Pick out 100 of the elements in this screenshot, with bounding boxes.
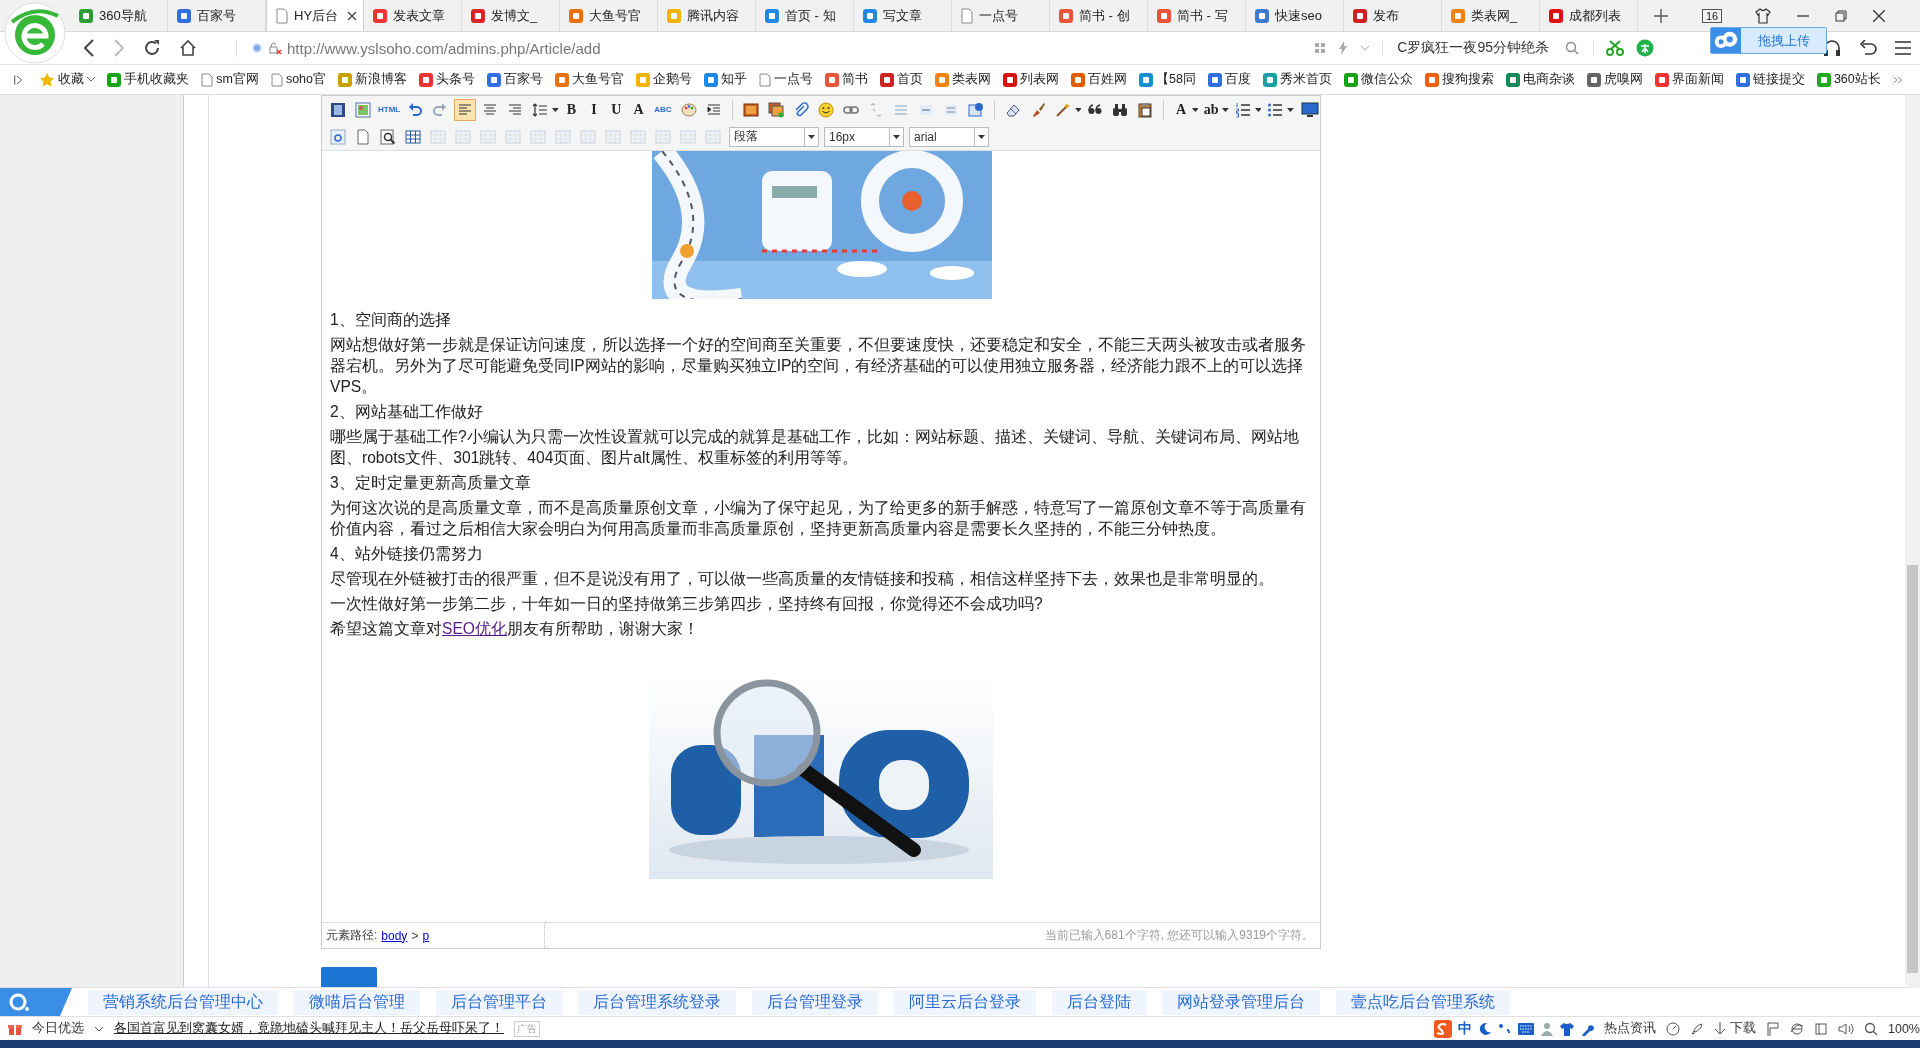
hot-news-button[interactable]: 热点资讯 — [1604, 1020, 1656, 1037]
bookmark-item[interactable]: 手机收藏夹 — [107, 71, 190, 88]
caret-icon[interactable] — [1221, 107, 1229, 112]
format-button[interactable]: I — [584, 99, 604, 120]
search-tag[interactable]: 后台管理平台 — [436, 989, 562, 1015]
search-tag[interactable]: 后台管理系统登录 — [578, 989, 736, 1015]
search-logo-icon[interactable] — [0, 988, 72, 1016]
bookmark-item[interactable]: 收藏 — [39, 71, 96, 88]
window-icon[interactable] — [1814, 1021, 1828, 1036]
align-left-icon[interactable] — [454, 98, 476, 121]
more-icon[interactable] — [1892, 74, 1902, 85]
user-icon[interactable] — [1540, 1021, 1554, 1036]
bookmark-item[interactable]: 虎嗅网 — [1586, 71, 1643, 88]
search-field[interactable]: C罗疯狂一夜95分钟绝杀 — [1382, 39, 1594, 57]
search-tag[interactable]: 营销系统后台管理中心 — [88, 989, 278, 1015]
upload-button[interactable]: 拖拽上传 — [1710, 27, 1827, 54]
lightning-icon[interactable] — [1338, 41, 1349, 55]
bookmark-item[interactable]: 微信公众 — [1343, 71, 1413, 88]
format-button[interactable]: A — [628, 99, 649, 120]
input-method-bar[interactable]: 中 — [1434, 1019, 1594, 1038]
monitor-icon[interactable] — [1300, 100, 1321, 119]
zoom-level[interactable]: 100% — [1888, 1021, 1920, 1036]
close-icon[interactable] — [1873, 9, 1886, 22]
rocket-icon[interactable] — [1690, 1021, 1704, 1036]
format-button[interactable]: ABC — [651, 99, 675, 120]
browser-tab[interactable]: 快速seo — [1246, 0, 1344, 31]
format-button[interactable]: U — [606, 99, 626, 120]
flag-icon[interactable] — [1766, 1021, 1780, 1036]
browser-tab[interactable]: 发表文章 — [364, 0, 462, 31]
bookmark-item[interactable]: sm官网 — [201, 71, 259, 88]
dropdown[interactable]: 16px — [824, 126, 904, 147]
format-button[interactable]: B — [561, 99, 582, 120]
search-tag[interactable]: 后台管理登录 — [752, 989, 878, 1015]
browser-tab[interactable]: 大鱼号官 — [560, 0, 658, 31]
browser-tab[interactable]: 写文章 — [854, 0, 952, 31]
keyboard-icon[interactable] — [1518, 1022, 1534, 1035]
news-link[interactable]: 各国首富见到窝囊女婿，竟跪地磕头喊拜见主人！岳父岳母吓呆了！ — [114, 1020, 504, 1037]
shirt-icon[interactable] — [1560, 1021, 1574, 1036]
browser-tab[interactable]: 发博文_ — [462, 0, 560, 31]
format-button[interactable]: A — [1171, 99, 1191, 120]
menu-icon[interactable] — [1895, 41, 1911, 55]
browser-tab[interactable]: 简书 - 创 — [1050, 0, 1148, 31]
bookmark-item[interactable]: 类表网 — [935, 71, 991, 88]
sidebar-toggle-icon[interactable] — [14, 73, 24, 86]
browser-tab[interactable]: 一点号 — [952, 0, 1050, 31]
link[interactable]: SEO优化 — [442, 620, 507, 637]
search-tag[interactable]: 微喵后台管理 — [294, 989, 420, 1015]
scissors-icon[interactable] — [1606, 40, 1624, 56]
bookmark-item[interactable]: 首页 — [880, 71, 923, 88]
caret-icon[interactable] — [1191, 107, 1199, 112]
bookmark-item[interactable]: 大鱼号官 — [555, 71, 624, 88]
bookmark-item[interactable]: 【58同 — [1139, 71, 1196, 88]
home-icon[interactable] — [179, 39, 197, 57]
bookmark-item[interactable]: soho官 — [270, 71, 326, 88]
bookmark-item[interactable]: 简书 — [825, 71, 868, 88]
moon-icon[interactable] — [1478, 1021, 1492, 1036]
reload-icon[interactable] — [143, 39, 161, 57]
translate-icon[interactable] — [1636, 39, 1654, 57]
back-icon[interactable] — [83, 39, 95, 57]
bookmark-item[interactable]: 百姓网 — [1071, 71, 1127, 88]
scroll-thumb[interactable] — [1907, 565, 1918, 973]
speedometer-icon[interactable] — [1666, 1021, 1680, 1036]
bookmark-item[interactable]: 百度 — [1207, 71, 1251, 88]
close-icon[interactable] — [347, 10, 357, 21]
caret-icon[interactable] — [1254, 107, 1262, 112]
sogou-icon[interactable] — [1434, 1019, 1452, 1038]
bookmark-item[interactable]: 列表网 — [1003, 71, 1059, 88]
punctuation-icon[interactable] — [1498, 1021, 1512, 1036]
browser-tab[interactable]: 类表网_ — [1442, 0, 1540, 31]
undo-icon[interactable] — [1859, 40, 1877, 56]
search-icon[interactable] — [1565, 41, 1579, 55]
browser-tab[interactable]: HY后台 — [266, 0, 364, 31]
path-link[interactable]: p — [422, 928, 430, 943]
format-button[interactable]: HTML — [377, 99, 401, 120]
dropdown[interactable]: 段落 — [729, 126, 819, 147]
search-tag[interactable]: 阿里云后台登录 — [894, 989, 1036, 1015]
tab-count[interactable]: 16 — [1702, 8, 1723, 23]
qr-code-icon[interactable] — [1314, 42, 1327, 54]
browser-tab[interactable]: 成都列表 — [1540, 0, 1638, 31]
new-tab-icon[interactable] — [1654, 9, 1668, 23]
bookmark-item[interactable]: 知乎 — [704, 71, 747, 88]
browser-e-icon[interactable] — [1790, 1021, 1804, 1036]
search-tag[interactable]: 后台登陆 — [1052, 989, 1146, 1015]
scrollbar[interactable] — [1905, 95, 1920, 988]
browser-tab[interactable]: 360导航 — [70, 0, 168, 31]
bookmark-item[interactable]: 360站长 — [1816, 71, 1881, 88]
input-mode-label[interactable]: 中 — [1458, 1019, 1472, 1038]
bookmark-item[interactable]: 一点号 — [759, 71, 813, 88]
bookmark-item[interactable]: 头条号 — [419, 71, 475, 88]
bookmark-item[interactable]: 界面新闻 — [1654, 71, 1724, 88]
caret-icon[interactable] — [552, 107, 559, 112]
daily-picks-label[interactable]: 今日优选 — [32, 1020, 84, 1037]
bookmark-item[interactable]: 百家号 — [487, 71, 543, 88]
zoom-icon[interactable] — [1864, 1021, 1878, 1036]
browser-tab[interactable]: 发布 — [1344, 0, 1442, 31]
browser-tab[interactable]: 腾讯内容 — [658, 0, 756, 31]
caret-icon[interactable] — [1074, 107, 1082, 112]
bookmark-item[interactable]: 搜狗搜索 — [1424, 71, 1494, 88]
download-button[interactable]: 下载 — [1714, 1020, 1756, 1037]
browser-tab[interactable]: 简书 - 写 — [1148, 0, 1246, 31]
